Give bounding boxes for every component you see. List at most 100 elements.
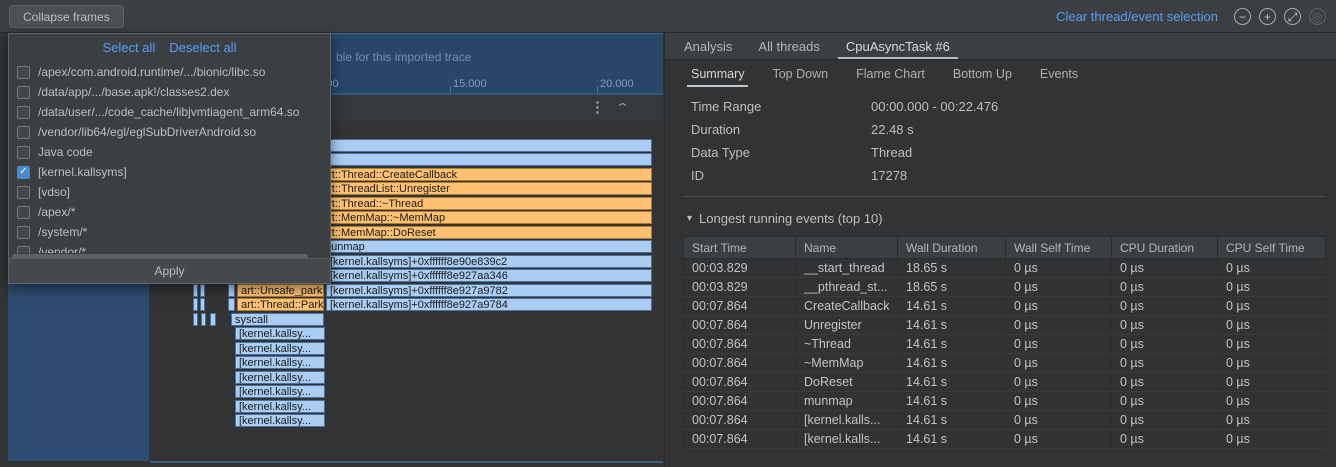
flame-bar[interactable]: [kernel.kallsy... <box>235 342 325 355</box>
flame-bar[interactable]: art::Unsafe_park <box>237 284 324 297</box>
flame-bar[interactable]: [kernel.kallsyms]+0xffffff8e927a9782 <box>326 284 652 297</box>
clear-thread-event-selection-link[interactable]: Clear thread/event selection <box>1056 9 1218 24</box>
filter-list-item[interactable]: /apex/* <box>9 202 330 222</box>
reset-zoom-button[interactable]: ⤢ <box>1284 8 1301 25</box>
flame-bar[interactable]: munmap <box>318 240 652 253</box>
collapse-panel-icon[interactable]: ⌃ <box>615 101 631 114</box>
column-header[interactable]: Wall Duration <box>898 237 1006 259</box>
subtab-top-down[interactable]: Top Down <box>758 60 842 88</box>
flame-bar[interactable]: [kernel.kallsyms]+0xffffff8e927aa346 <box>326 269 652 282</box>
flame-bar[interactable]: art::MemMap::DoReset <box>318 226 652 239</box>
column-header[interactable]: CPU Duration <box>1112 237 1218 259</box>
flame-bar[interactable]: [kernel.kallsyms]+0xffffff8e90e839c2 <box>326 255 652 268</box>
checkbox[interactable] <box>17 186 30 199</box>
checkbox[interactable]: ✓ <box>17 166 30 179</box>
apply-button[interactable]: Apply <box>9 258 330 283</box>
summary-value: Thread <box>871 145 912 160</box>
table-row[interactable]: 00:07.864~Thread14.61 s0 µs0 µs0 µs <box>684 335 1326 354</box>
flame-bar[interactable] <box>201 313 206 326</box>
table-row[interactable]: 00:03.829__start_thread18.65 s0 µs0 µs0 … <box>684 259 1326 278</box>
table-cell: __pthread_st... <box>796 278 898 297</box>
table-cell: CreateCallback <box>796 297 898 316</box>
flame-bar[interactable]: art::Thread::CreateCallback <box>318 168 652 181</box>
flame-bar[interactable]: [kernel.kallsy... <box>235 414 325 427</box>
flame-bar[interactable] <box>322 153 652 166</box>
flame-bar[interactable] <box>193 298 198 311</box>
flame-bar[interactable] <box>322 139 652 152</box>
flame-bar[interactable] <box>193 284 198 297</box>
filter-list-item[interactable]: /vendor/lib64/egl/eglSubDriverAndroid.so <box>9 122 330 142</box>
tab-all-threads[interactable]: All threads <box>745 33 832 59</box>
checkbox[interactable] <box>17 66 30 79</box>
subtab-bottom-up[interactable]: Bottom Up <box>939 60 1026 88</box>
flame-bar[interactable] <box>210 313 216 326</box>
table-row[interactable]: 00:07.864[kernel.kalls...14.61 s0 µs0 µs… <box>684 411 1326 430</box>
table-cell: 0 µs <box>1218 335 1326 354</box>
flame-bar[interactable] <box>228 284 235 297</box>
column-header[interactable]: CPU Self Time <box>1218 237 1326 259</box>
zoom-in-button[interactable]: + <box>1259 8 1276 25</box>
collapse-frames-button[interactable]: Collapse frames <box>9 5 124 28</box>
table-row[interactable]: 00:07.864CreateCallback14.61 s0 µs0 µs0 … <box>684 297 1326 316</box>
subtab-flame-chart[interactable]: Flame Chart <box>842 60 939 88</box>
timeline-message: ble for this imported trace <box>336 50 471 64</box>
frame-filter-popup: Select all Deselect all /apex/com.androi… <box>8 33 331 284</box>
checkbox[interactable] <box>17 246 30 254</box>
filter-list-item[interactable]: [vdso] <box>9 182 330 202</box>
tab-analysis[interactable]: Analysis <box>671 33 745 59</box>
flame-bar[interactable]: art::MemMap::~MemMap <box>318 211 652 224</box>
flame-bar[interactable]: art::Thread::~Thread <box>318 197 652 210</box>
checkbox[interactable] <box>17 126 30 139</box>
checkbox[interactable] <box>17 146 30 159</box>
filter-list-item[interactable]: /apex/com.android.runtime/.../bionic/lib… <box>9 62 330 82</box>
flame-bar[interactable]: [kernel.kallsy... <box>235 327 325 340</box>
table-row[interactable]: 00:07.864DoReset14.61 s0 µs0 µs0 µs <box>684 373 1326 392</box>
subtab-events[interactable]: Events <box>1026 60 1092 88</box>
flame-bar[interactable]: art::ThreadList::Unregister <box>318 182 652 195</box>
summary-value: 22.48 s <box>871 122 914 137</box>
column-header[interactable]: Name <box>796 237 898 259</box>
table-cell: 00:07.864 <box>684 335 796 354</box>
flame-bar[interactable]: [kernel.kallsyms]+0xffffff8e927a9784 <box>326 298 652 311</box>
table-cell: 0 µs <box>1218 411 1326 430</box>
checkbox[interactable] <box>17 226 30 239</box>
table-row[interactable]: 00:07.864Unregister14.61 s0 µs0 µs0 µs <box>684 316 1326 335</box>
events-section-header[interactable]: ▾ Longest running events (top 10) <box>687 207 883 229</box>
table-cell: 0 µs <box>1006 373 1112 392</box>
zoom-out-button[interactable]: − <box>1234 8 1251 25</box>
checkbox[interactable] <box>17 206 30 219</box>
flame-bar[interactable]: art::Thread::Park <box>237 298 324 311</box>
checkbox[interactable] <box>17 86 30 99</box>
flame-bar[interactable]: syscall <box>231 313 324 326</box>
flame-bar[interactable]: [kernel.kallsy... <box>235 356 325 369</box>
flame-bar[interactable] <box>200 298 205 311</box>
column-header[interactable]: Wall Self Time <box>1006 237 1112 259</box>
flame-bar[interactable] <box>200 284 205 297</box>
column-header[interactable]: Start Time <box>684 237 796 259</box>
flame-bar[interactable]: [kernel.kallsy... <box>235 385 325 398</box>
table-row[interactable]: 00:03.829__pthread_st...18.65 s0 µs0 µs0… <box>684 278 1326 297</box>
filter-list-item[interactable]: /vendor/* <box>9 242 330 253</box>
table-row[interactable]: 00:07.864munmap14.61 s0 µs0 µs0 µs <box>684 392 1326 411</box>
ruler-tick-label: 15.000 <box>453 78 487 90</box>
deselect-all-link[interactable]: Deselect all <box>169 40 236 55</box>
checkbox[interactable] <box>17 106 30 119</box>
filter-list-item[interactable]: ✓[kernel.kallsyms] <box>9 162 330 182</box>
flame-bar[interactable]: [kernel.kallsy... <box>235 400 325 413</box>
table-cell: 0 µs <box>1112 373 1218 392</box>
table-cell: 00:03.829 <box>684 278 796 297</box>
subtab-summary[interactable]: Summary <box>677 60 758 88</box>
flame-bar[interactable] <box>228 298 235 311</box>
filter-list-item[interactable]: Java code <box>9 142 330 162</box>
filter-list-item[interactable]: /data/app/.../base.apk!/classes2.dex <box>9 82 330 102</box>
tab-cpuasynctask-6[interactable]: CpuAsyncTask #6 <box>833 33 963 59</box>
more-options-icon[interactable]: ⋮ <box>590 98 605 116</box>
flame-bar[interactable]: [kernel.kallsy... <box>235 371 325 384</box>
filter-list-item[interactable]: /system/* <box>9 222 330 242</box>
table-row[interactable]: 00:07.864[kernel.kalls...14.61 s0 µs0 µs… <box>684 430 1326 449</box>
filter-list-item[interactable]: /data/user/.../code_cache/libjvmtiagent_… <box>9 102 330 122</box>
table-cell: 14.61 s <box>898 373 1006 392</box>
select-all-link[interactable]: Select all <box>103 40 156 55</box>
table-row[interactable]: 00:07.864~MemMap14.61 s0 µs0 µs0 µs <box>684 354 1326 373</box>
flame-bar[interactable] <box>193 313 198 326</box>
